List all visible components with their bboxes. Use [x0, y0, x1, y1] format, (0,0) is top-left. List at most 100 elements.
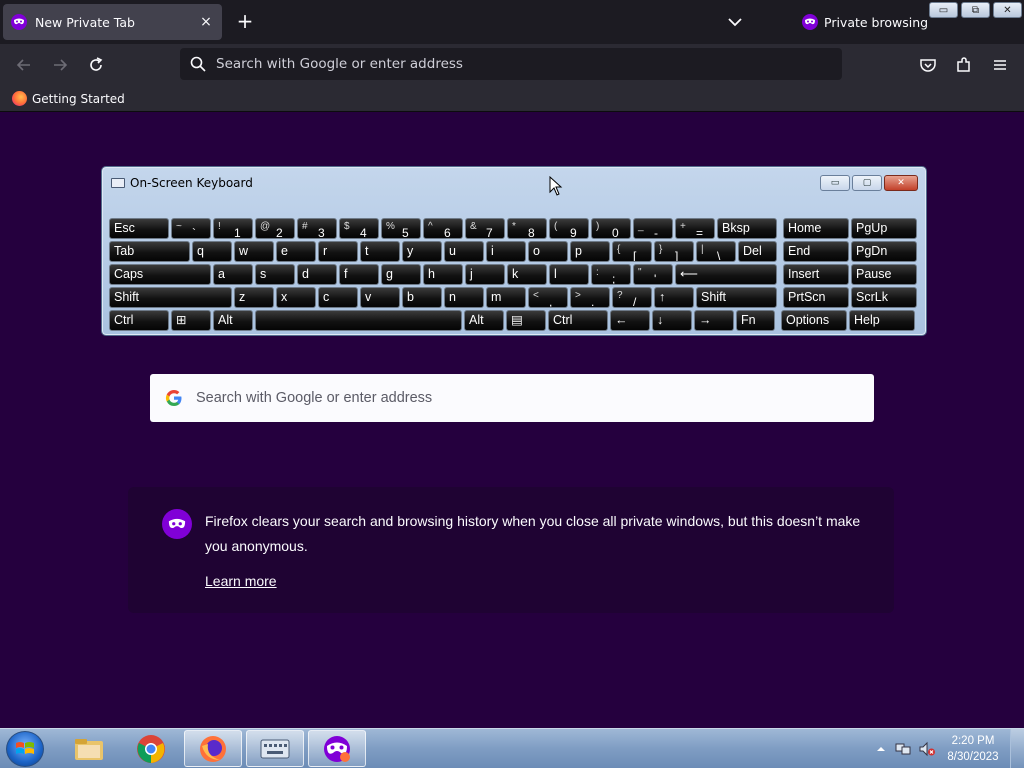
osk-key[interactable]: k — [507, 264, 547, 285]
osk-key[interactable]: >. — [570, 287, 610, 308]
osk-key[interactable]: q — [192, 241, 232, 262]
extensions-button[interactable] — [953, 54, 975, 76]
osk-key[interactable]: Pause — [851, 264, 917, 285]
osk-key[interactable]: u — [444, 241, 484, 262]
taskbar-file-explorer[interactable] — [60, 730, 118, 767]
osk-key[interactable]: #3 — [297, 218, 337, 239]
osk-key[interactable]: y — [402, 241, 442, 262]
osk-key[interactable]: Insert — [783, 264, 849, 285]
network-icon[interactable] — [894, 741, 912, 757]
osk-key[interactable]: b — [402, 287, 442, 308]
osk-key[interactable]: ↑ — [654, 287, 694, 308]
osk-key[interactable]: | \ — [696, 241, 736, 262]
osk-key[interactable]: ^ 6 — [423, 218, 463, 239]
osk-key[interactable]: m — [486, 287, 526, 308]
taskbar-firefox[interactable] — [184, 730, 242, 767]
taskbar-on-screen-keyboard[interactable] — [246, 730, 304, 767]
osk-key[interactable]: ⟵ — [675, 264, 777, 285]
osk-key[interactable]: % 5 — [381, 218, 421, 239]
osk-key[interactable]: Options — [781, 310, 847, 331]
osk-key[interactable]: l — [549, 264, 589, 285]
osk-key[interactable]: ↓ — [652, 310, 692, 331]
osk-key[interactable]: & 7 — [465, 218, 505, 239]
osk-minimize-button[interactable]: ▭ — [820, 175, 850, 191]
osk-key[interactable]: o — [528, 241, 568, 262]
osk-key[interactable]: Ctrl — [548, 310, 608, 331]
bookmark-getting-started[interactable]: Getting Started — [12, 91, 125, 106]
tab-close-icon[interactable]: × — [198, 14, 214, 30]
osk-key[interactable]: Caps — [109, 264, 211, 285]
osk-key[interactable]: PgDn — [851, 241, 917, 262]
osk-key[interactable]: :; — [591, 264, 631, 285]
volume-muted-icon[interactable] — [918, 741, 936, 757]
osk-key[interactable]: Del — [738, 241, 777, 262]
osk-key[interactable]: w — [234, 241, 274, 262]
taskbar-chrome[interactable] — [122, 730, 180, 767]
osk-key[interactable]: Fn — [736, 310, 775, 331]
close-button[interactable]: ✕ — [993, 2, 1022, 18]
osk-key[interactable]: r — [318, 241, 358, 262]
osk-key[interactable]: PrtScn — [783, 287, 849, 308]
osk-key[interactable]: (9 — [549, 218, 589, 239]
new-tab-button[interactable]: + — [234, 10, 256, 32]
osk-key[interactable]: g — [381, 264, 421, 285]
osk-key[interactable]: z — [234, 287, 274, 308]
osk-key[interactable]: * 8 — [507, 218, 547, 239]
osk-key[interactable]: Ctrl — [109, 310, 169, 331]
osk-key[interactable]: PgUp — [851, 218, 917, 239]
osk-key[interactable]: + = — [675, 218, 715, 239]
osk-key[interactable]: h — [423, 264, 463, 285]
taskbar-firefox-private[interactable] — [308, 730, 366, 767]
osk-key[interactable]: a — [213, 264, 253, 285]
osk-key[interactable]: d — [297, 264, 337, 285]
back-button[interactable] — [13, 54, 35, 76]
list-all-tabs-icon[interactable] — [726, 13, 744, 31]
osk-key[interactable]: ← — [610, 310, 650, 331]
osk-key[interactable]: Bksp — [717, 218, 777, 239]
osk-key[interactable]: Tab — [109, 241, 190, 262]
osk-key[interactable]: p — [570, 241, 610, 262]
osk-key[interactable]: → — [694, 310, 734, 331]
osk-key[interactable]: ) 0 — [591, 218, 631, 239]
osk-key[interactable]: @2 — [255, 218, 295, 239]
start-button[interactable] — [6, 731, 44, 767]
reload-button[interactable] — [85, 54, 107, 76]
osk-maximize-button[interactable]: ▢ — [852, 175, 882, 191]
osk-key[interactable]: Alt — [464, 310, 504, 331]
osk-key[interactable]: $4 — [339, 218, 379, 239]
pocket-button[interactable] — [917, 54, 939, 76]
osk-key[interactable]: End — [783, 241, 849, 262]
forward-button[interactable] — [49, 54, 71, 76]
osk-key[interactable]: " ' — [633, 264, 673, 285]
show-hidden-icons-icon[interactable] — [874, 742, 888, 756]
osk-key[interactable]: e — [276, 241, 316, 262]
osk-key[interactable]: Help — [849, 310, 915, 331]
osk-key[interactable]: {[ — [612, 241, 652, 262]
osk-key[interactable]: j — [465, 264, 505, 285]
osk-key[interactable]: v — [360, 287, 400, 308]
osk-key[interactable]: s — [255, 264, 295, 285]
osk-key[interactable]: t — [360, 241, 400, 262]
osk-key[interactable] — [255, 310, 462, 331]
show-desktop-button[interactable] — [1010, 729, 1024, 768]
osk-key[interactable]: ? / — [612, 287, 652, 308]
minimize-button[interactable]: ▭ — [929, 2, 958, 18]
osk-key[interactable]: <, — [528, 287, 568, 308]
tab-new-private-tab[interactable]: New Private Tab × — [3, 4, 222, 40]
osk-key[interactable]: Home — [783, 218, 849, 239]
learn-more-link[interactable]: Learn more — [205, 573, 277, 589]
osk-key[interactable]: f — [339, 264, 379, 285]
address-bar[interactable]: Search with Google or enter address — [180, 48, 842, 80]
osk-key[interactable]: x — [276, 287, 316, 308]
osk-key[interactable]: Shift — [696, 287, 777, 308]
osk-key[interactable]: ~ ` — [171, 218, 211, 239]
osk-key[interactable]: Shift — [109, 287, 232, 308]
osk-key[interactable]: ScrLk — [851, 287, 917, 308]
osk-key[interactable]: n — [444, 287, 484, 308]
osk-key[interactable]: ⊞ — [171, 310, 211, 331]
osk-key[interactable]: Alt — [213, 310, 253, 331]
osk-key[interactable]: ▤ — [506, 310, 546, 331]
osk-key[interactable]: i — [486, 241, 526, 262]
osk-close-button[interactable]: ✕ — [884, 175, 918, 191]
osk-key[interactable]: }] — [654, 241, 694, 262]
